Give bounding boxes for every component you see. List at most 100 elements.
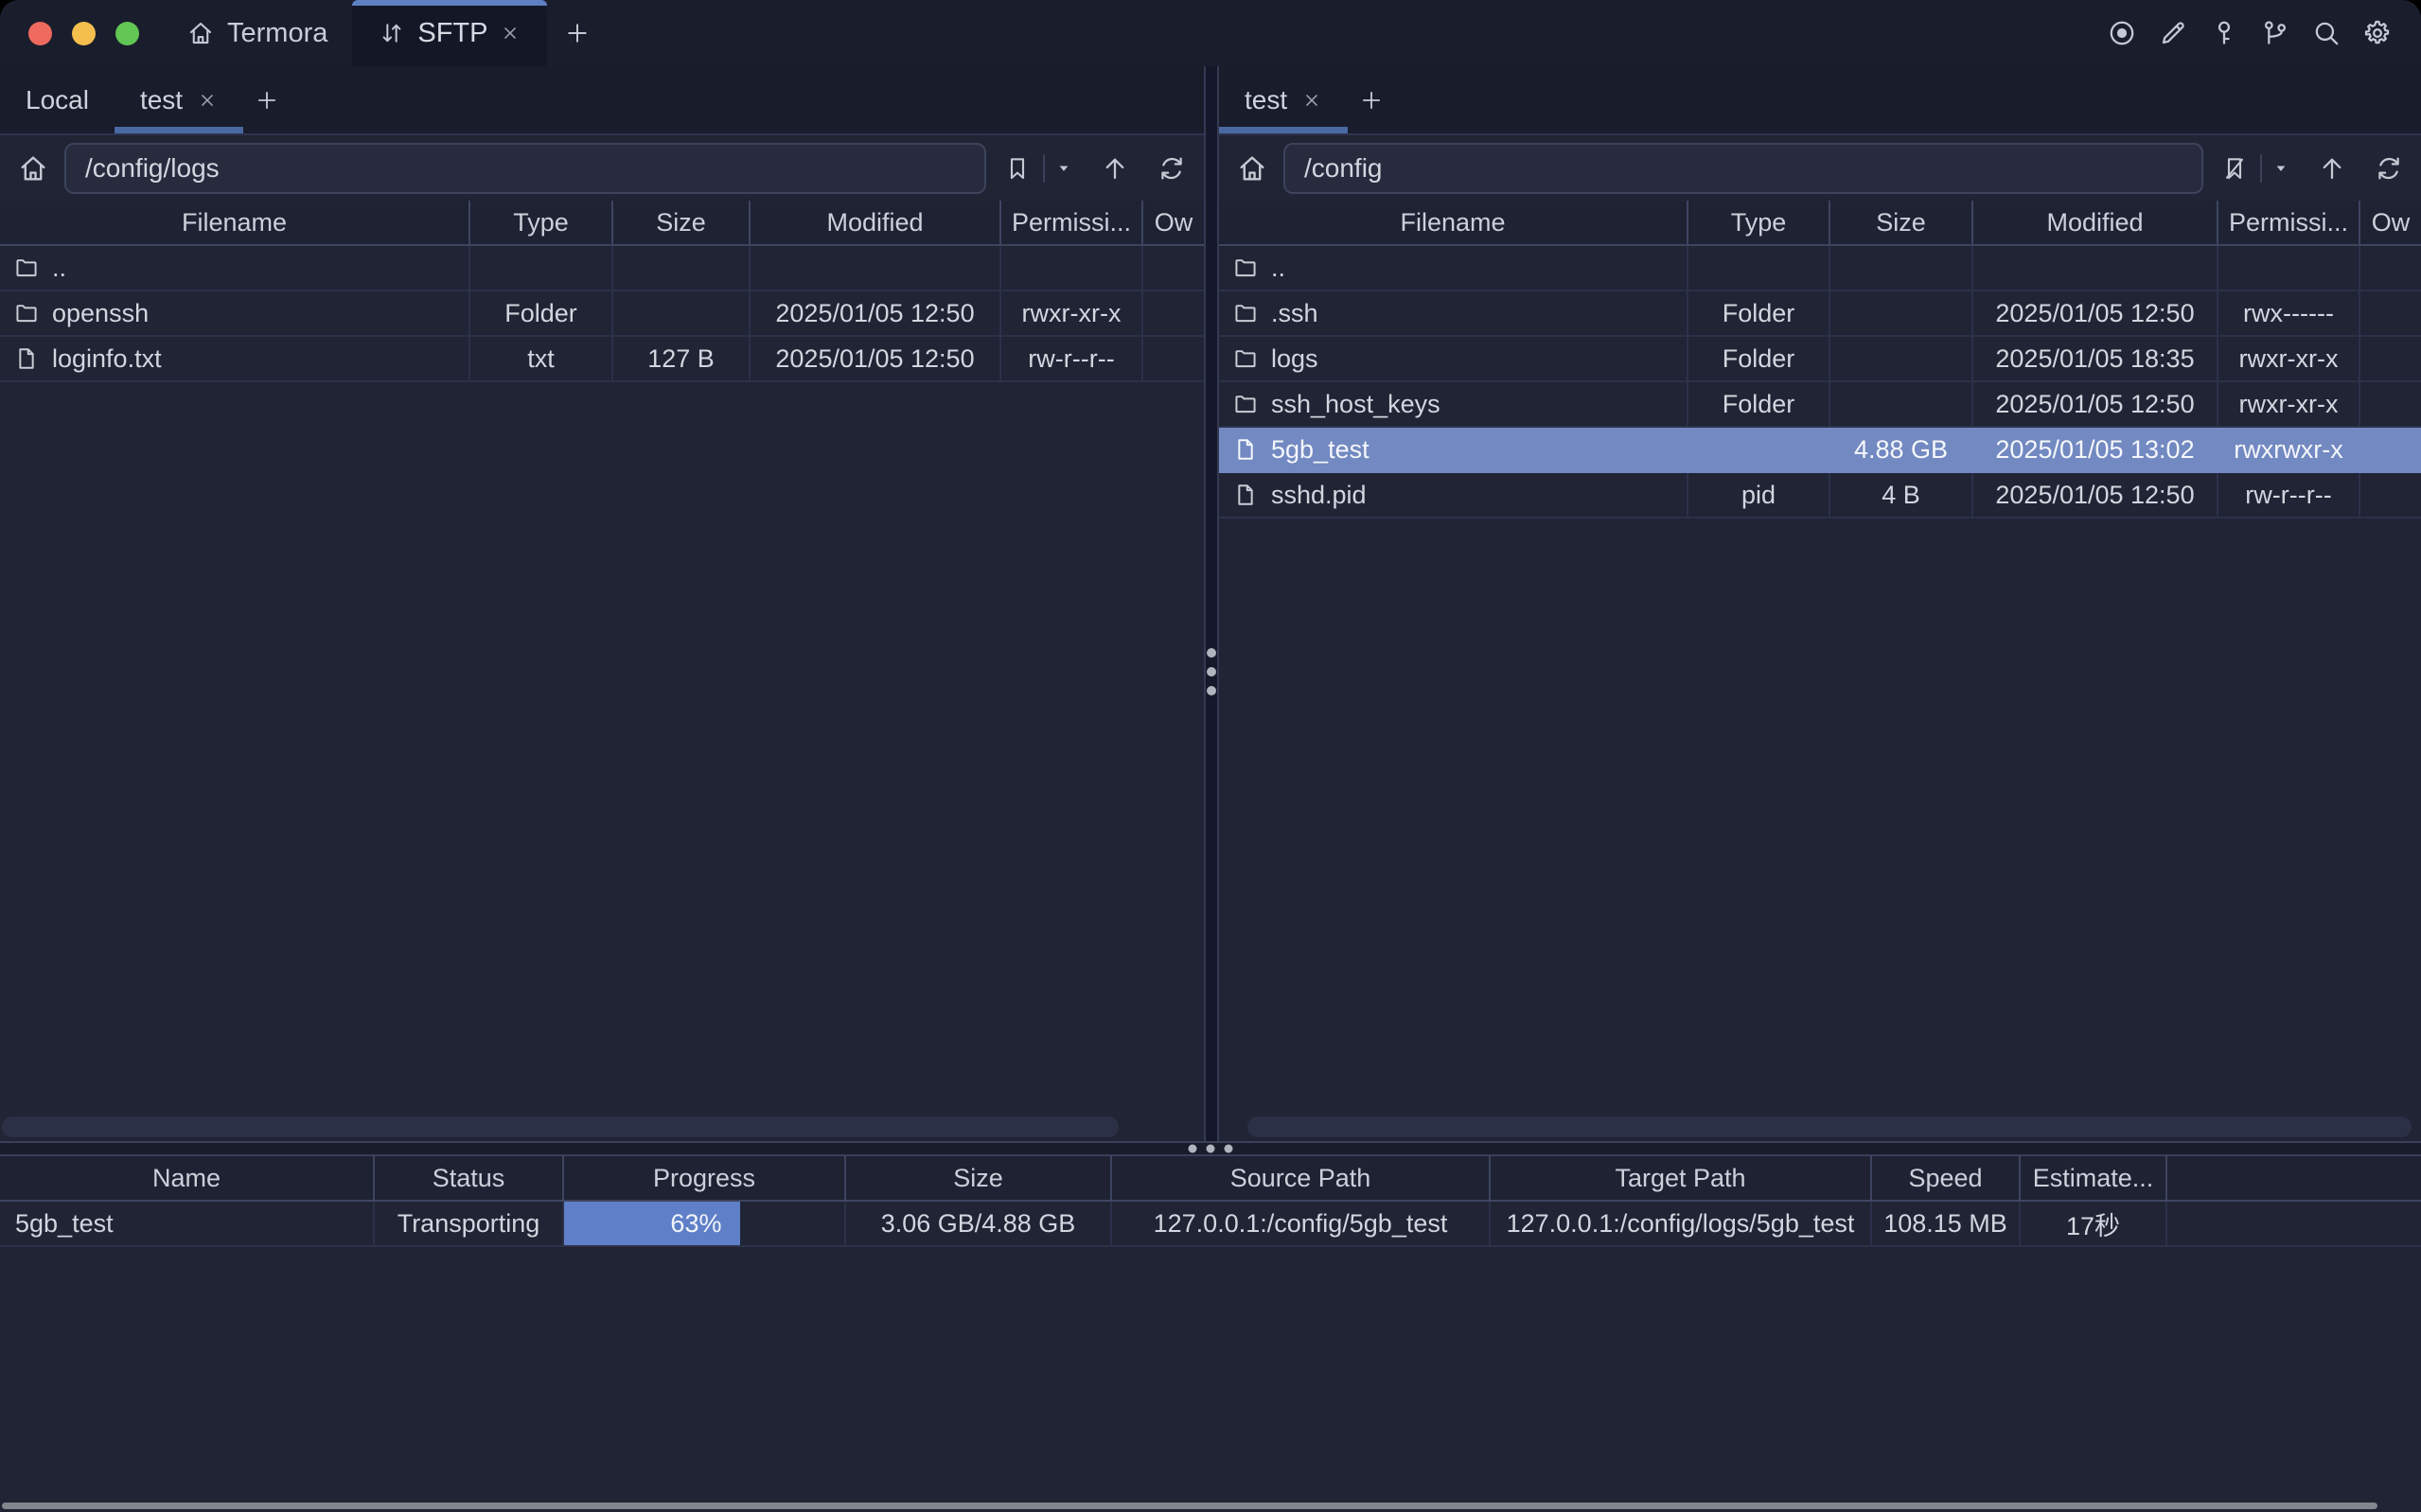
edit-icon[interactable] (2158, 18, 2188, 48)
column-header-permissions[interactable]: Permissi... (1001, 201, 1143, 244)
owner-cell (2360, 428, 2421, 471)
folder-icon (13, 300, 40, 326)
caret-down-icon[interactable] (1054, 159, 1073, 178)
parent-directory-icon[interactable] (1100, 153, 1130, 184)
left-tabstrip: Local test (0, 66, 1204, 135)
size-cell: 127 B (613, 337, 751, 380)
bookmark-off-icon[interactable] (2220, 154, 2249, 183)
file-name: .. (1271, 254, 1285, 283)
transfer-speed-cell: 108.15 MB (1872, 1202, 2021, 1245)
type-cell: Folder (1688, 337, 1830, 380)
column-header-size[interactable]: Size (846, 1156, 1112, 1200)
column-header-size[interactable]: Size (1830, 201, 1973, 244)
filename-cell: sshd.pid (1219, 473, 1688, 517)
close-icon[interactable] (500, 23, 521, 44)
column-header-filename[interactable]: Filename (0, 201, 470, 244)
refresh-icon[interactable] (2374, 153, 2404, 184)
column-header-owner[interactable]: Ow (1143, 201, 1204, 244)
file-row-sshd-pid[interactable]: sshd.pid pid 4 B 2025/01/05 12:50 rw-r--… (1219, 473, 2421, 519)
column-header-size[interactable]: Size (613, 201, 751, 244)
home-icon[interactable] (17, 152, 49, 185)
filename-cell: loginfo.txt (0, 337, 470, 380)
column-header-type[interactable]: Type (1688, 201, 1830, 244)
file-row-ssh[interactable]: .ssh Folder 2025/01/05 12:50 rwx------ (1219, 291, 2421, 337)
traffic-lights (0, 0, 139, 66)
scrollbar-thumb[interactable] (2, 1116, 1119, 1137)
file-icon (1232, 482, 1259, 508)
column-header-speed[interactable]: Speed (1872, 1156, 2021, 1200)
column-header-progress[interactable]: Progress (564, 1156, 846, 1200)
column-header-status[interactable]: Status (375, 1156, 564, 1200)
horizontal-splitter[interactable] (0, 1143, 2421, 1156)
type-cell: txt (470, 337, 613, 380)
column-header-name[interactable]: Name (0, 1156, 375, 1200)
transfer-table: Name Status Progress Size Source Path Ta… (0, 1156, 2421, 1247)
file-row-openssh[interactable]: openssh Folder 2025/01/05 12:50 rwxr-xr-… (0, 291, 1204, 337)
tab-test-left[interactable]: test (115, 66, 243, 133)
minimize-window-button[interactable] (72, 22, 96, 45)
search-icon[interactable] (2311, 18, 2341, 48)
column-header-estimate[interactable]: Estimate... (2021, 1156, 2167, 1200)
filename-cell: 5gb_test (1219, 428, 1688, 471)
owner-cell (2360, 473, 2421, 517)
right-table-header: Filename Type Size Modified Permissi... … (1219, 201, 2421, 246)
column-header-filename[interactable]: Filename (1219, 201, 1688, 244)
file-row-logs[interactable]: logs Folder 2025/01/05 18:35 rwxr-xr-x (1219, 337, 2421, 382)
file-name: 5gb_test (1271, 435, 1370, 465)
column-header-modified[interactable]: Modified (751, 201, 1001, 244)
record-icon[interactable] (2107, 18, 2137, 48)
right-horizontal-scrollbar[interactable] (1221, 1116, 2415, 1137)
tab-termora[interactable]: Termora (162, 0, 352, 66)
file-icon (1232, 436, 1259, 463)
maximize-window-button[interactable] (115, 22, 139, 45)
vertical-splitter[interactable] (1204, 66, 1219, 1141)
owner-cell (2360, 382, 2421, 426)
permissions-cell: rwxrwxr-x (2218, 428, 2360, 471)
file-row-5gb-test-selected[interactable]: 5gb_test 4.88 GB 2025/01/05 13:02 rwxrwx… (1219, 428, 2421, 473)
new-pane-tab-button[interactable] (255, 88, 279, 113)
close-icon[interactable] (197, 90, 218, 111)
caret-down-icon[interactable] (2271, 159, 2290, 178)
left-table-header: Filename Type Size Modified Permissi... … (0, 201, 1204, 246)
tab-local[interactable]: Local (0, 66, 115, 133)
close-window-button[interactable] (28, 22, 52, 45)
path-input[interactable]: /config/logs (64, 143, 986, 194)
left-file-pane: Local test /config/logs (0, 66, 1204, 1141)
progress-label: 63% (670, 1209, 721, 1239)
parent-directory-icon[interactable] (2317, 153, 2347, 184)
settings-icon[interactable] (2362, 18, 2393, 48)
size-cell: 4 B (1830, 473, 1973, 517)
column-header-permissions[interactable]: Permissi... (2218, 201, 2360, 244)
window-horizontal-scrollbar[interactable] (2, 1503, 2377, 1509)
refresh-icon[interactable] (1157, 153, 1187, 184)
key-icon[interactable] (2209, 18, 2239, 48)
column-header-type[interactable]: Type (470, 201, 613, 244)
column-header-owner[interactable]: Ow (2360, 201, 2421, 244)
tab-sftp[interactable]: SFTP (352, 0, 547, 66)
file-row-parent[interactable]: .. (1219, 246, 2421, 291)
home-icon[interactable] (1236, 152, 1268, 185)
folder-icon (13, 255, 40, 281)
bookmark-icon[interactable] (1003, 154, 1032, 183)
size-cell (1830, 337, 1973, 380)
close-icon[interactable] (1301, 90, 1322, 111)
branch-icon[interactable] (2260, 18, 2290, 48)
scrollbar-thumb[interactable] (1247, 1116, 2412, 1137)
left-horizontal-scrollbar[interactable] (2, 1116, 1198, 1137)
path-value: /config/logs (85, 153, 220, 184)
transfer-row-5gb-test[interactable]: 5gb_test Transporting 63% 3.06 GB/4.88 G… (0, 1202, 2421, 1247)
tab-test-right[interactable]: test (1219, 66, 1348, 133)
file-row-ssh-host-keys[interactable]: ssh_host_keys Folder 2025/01/05 12:50 rw… (1219, 382, 2421, 428)
file-name: .ssh (1271, 299, 1318, 328)
type-cell: Folder (470, 291, 613, 335)
permissions-cell (2218, 246, 2360, 290)
column-header-modified[interactable]: Modified (1973, 201, 2218, 244)
new-pane-tab-button[interactable] (1359, 88, 1384, 113)
column-header-target-path[interactable]: Target Path (1491, 1156, 1872, 1200)
column-header-source-path[interactable]: Source Path (1112, 1156, 1491, 1200)
filename-cell: .. (0, 246, 470, 290)
path-input[interactable]: /config (1283, 143, 2203, 194)
file-row-loginfo[interactable]: loginfo.txt txt 127 B 2025/01/05 12:50 r… (0, 337, 1204, 382)
new-tab-button[interactable] (564, 20, 591, 46)
file-row-parent[interactable]: .. (0, 246, 1204, 291)
